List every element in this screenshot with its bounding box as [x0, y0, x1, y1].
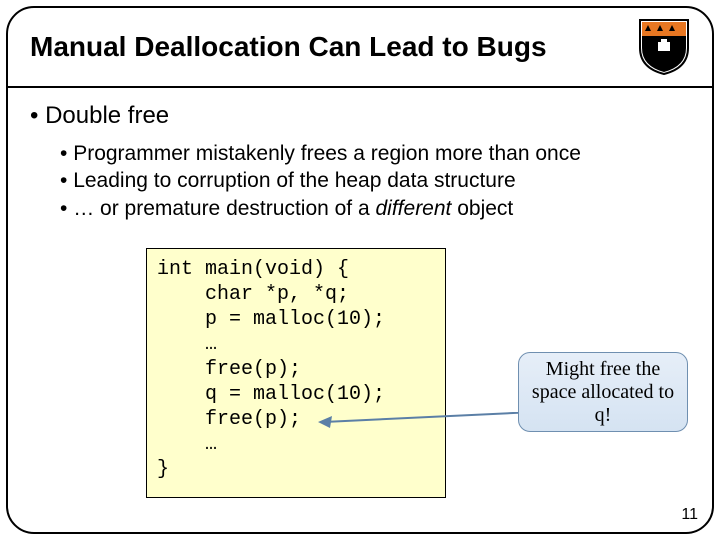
bullet-sub-1: Leading to corruption of the heap data s… [60, 167, 690, 194]
princeton-shield-icon [638, 18, 690, 76]
callout-text: Might free the space allocated to q! [527, 358, 679, 427]
slide-number: 11 [681, 506, 698, 524]
bullet-sub-2-lead: … or premature destruction of a [73, 197, 375, 220]
callout-bubble: Might free the space allocated to q! [518, 352, 688, 432]
bullet-sub-0: Programmer mistakenly frees a region mor… [60, 140, 690, 167]
content-area: Double free Programmer mistakenly frees … [8, 88, 712, 222]
bullet-sub-2-italic: different [376, 197, 452, 220]
code-block: int main(void) { char *p, *q; p = malloc… [146, 248, 446, 498]
slide-frame: Manual Deallocation Can Lead to Bugs Dou… [6, 6, 714, 534]
slide-title: Manual Deallocation Can Lead to Bugs [30, 31, 547, 63]
bullet-main: Double free [30, 102, 690, 130]
title-bar: Manual Deallocation Can Lead to Bugs [8, 8, 712, 88]
bullet-sub-2-tail: object [451, 197, 513, 220]
bullet-sub-2: … or premature destruction of a differen… [60, 195, 690, 222]
